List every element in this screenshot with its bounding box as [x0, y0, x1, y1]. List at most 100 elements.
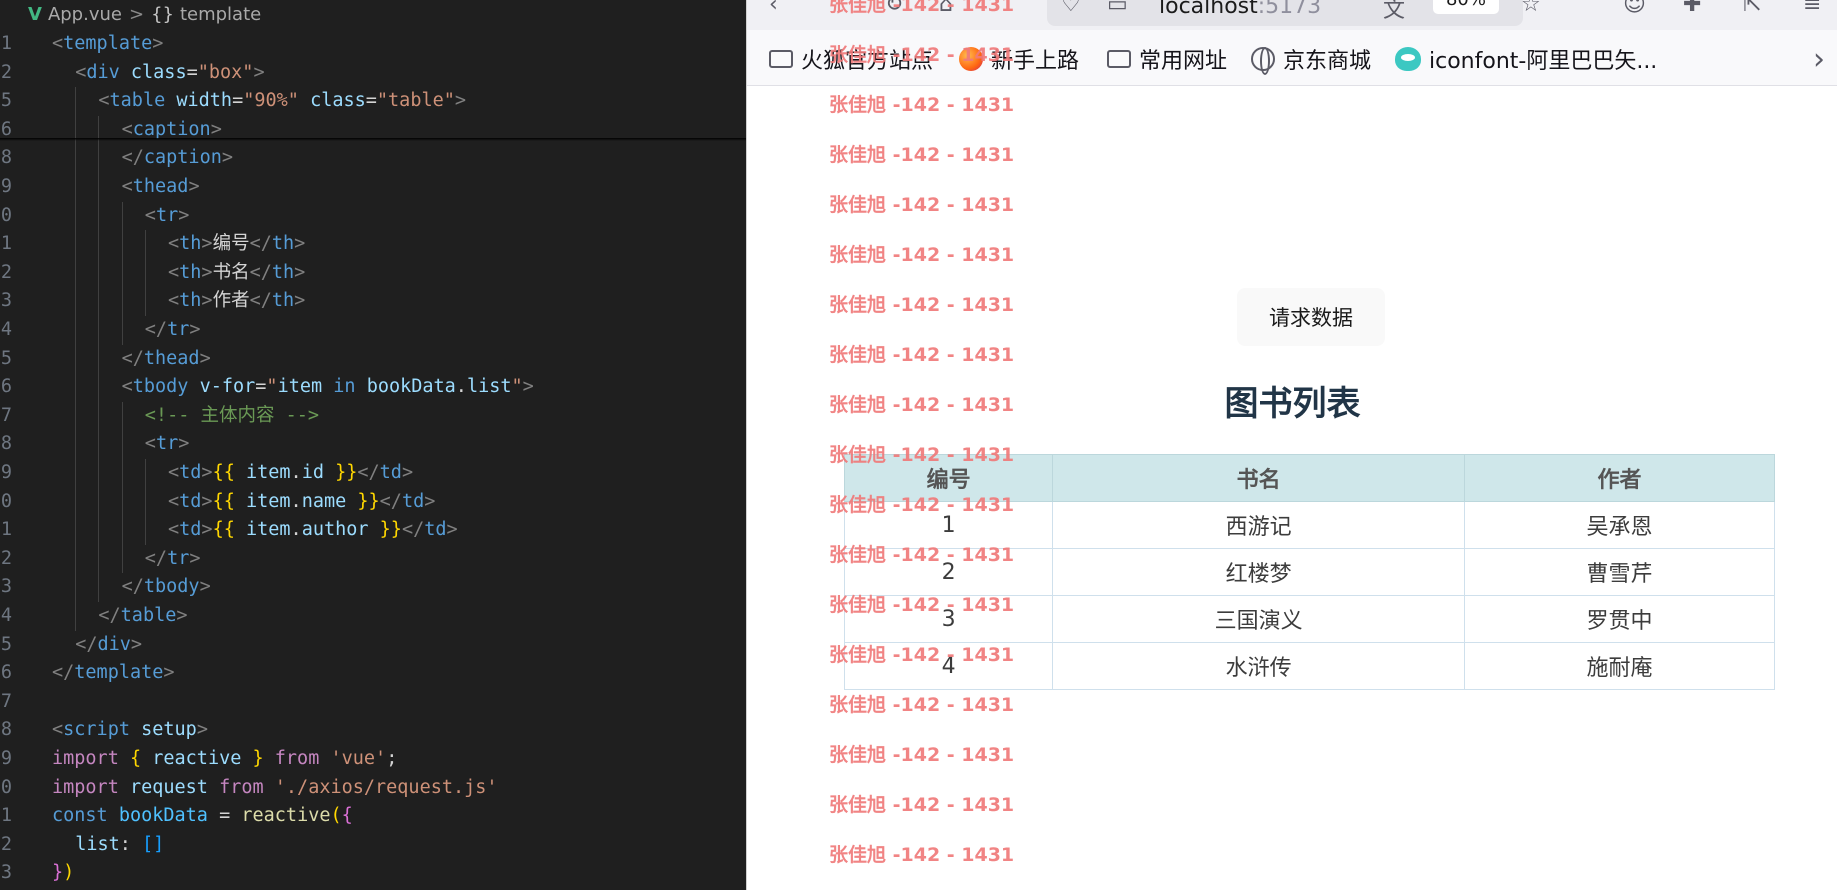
indent-guide — [75, 87, 77, 116]
watermark-text: 张佳旭 -142 - 1431 — [829, 444, 1015, 466]
extensions-icon[interactable]: ✚ — [1683, 0, 1701, 17]
code-line[interactable]: 2 </tr> — [0, 544, 746, 574]
code-line[interactable]: 9 <thead> — [0, 173, 746, 202]
code-line[interactable]: 1 <th>编号</th> — [0, 230, 746, 259]
code-line[interactable]: 1 <td>{{ item.author }}</td> — [0, 516, 746, 545]
code-line[interactable]: 4 </tr> — [0, 316, 746, 345]
indent-guide — [98, 573, 100, 602]
bookmarks-overflow-chevron-icon[interactable]: › — [1813, 42, 1825, 77]
code-line[interactable]: 8 </caption> — [0, 144, 746, 173]
watermark-text: 张佳旭 -142 - 1431 — [829, 44, 1015, 66]
code-line[interactable]: 4 </table> — [0, 602, 746, 631]
indent-guide — [121, 487, 123, 517]
code-line[interactable]: 0 import request from './axios/request.js… — [0, 774, 746, 803]
breadcrumb-symbol[interactable]: template — [180, 4, 261, 25]
line-number: 3 — [0, 862, 12, 884]
table-cell-author: 罗贯中 — [1463, 595, 1776, 643]
code-text: </table> — [98, 605, 188, 626]
code-text: <td>{{ item.id }}</td> — [168, 462, 414, 483]
indent-guide — [98, 487, 100, 517]
line-number: 1 — [0, 33, 12, 54]
code-line[interactable]: 8 <script setup> — [0, 716, 746, 745]
watermark-text: 张佳旭 -142 - 1431 — [829, 644, 1015, 666]
code-line[interactable]: 5 </thead> — [0, 344, 746, 374]
code-editor[interactable]: V App.vue > {} template 1 <template> 2 <div… — [0, 0, 746, 890]
indent-guide — [98, 230, 100, 259]
code-line[interactable]: 3 <th>作者</th> — [0, 287, 746, 316]
table-cell-name: 红楼梦 — [1052, 548, 1465, 596]
table-cell-name: 水浒传 — [1052, 642, 1465, 690]
code-line[interactable]: 7 — [0, 688, 746, 717]
indent-guide — [144, 459, 146, 488]
account-icon[interactable]: ☺ — [1623, 0, 1646, 17]
shield-icon[interactable]: ♡ — [1061, 0, 1081, 17]
indent-guide — [144, 230, 146, 259]
code-line[interactable]: 5 </div> — [0, 631, 746, 660]
indent-guide — [75, 316, 77, 345]
menu-icon[interactable]: ≡ — [1803, 0, 1821, 17]
code-text: <tbody v-for="item in bookData.list"> — [121, 376, 534, 398]
indent-guide — [144, 516, 146, 545]
indent-guide — [121, 201, 123, 231]
code-line[interactable]: 5 <table width="90%" class="table"> — [0, 87, 746, 116]
url-text[interactable]: localhost:5173 — [1159, 0, 1321, 19]
code-line[interactable]: 2 <th>书名</th> — [0, 258, 746, 288]
indent-guide — [75, 144, 77, 173]
back-icon[interactable]: ‹ — [769, 0, 778, 17]
line-number: 7 — [0, 690, 12, 712]
breadcrumb-separator: > — [128, 3, 145, 25]
code-text: <thead> — [121, 176, 200, 197]
bookmark-common-sites[interactable]: 常用网址 — [1107, 44, 1227, 74]
code-line[interactable]: 6 <tbody v-for="item in bookData.list"> — [0, 373, 746, 402]
breadcrumb-file[interactable]: App.vue — [48, 4, 122, 25]
table-cell-author: 曹雪芹 — [1463, 548, 1776, 596]
watermark-text: 张佳旭 -142 - 1431 — [829, 544, 1015, 566]
column-header-author: 作者 — [1463, 454, 1776, 502]
code-line[interactable]: 1 const bookData = reactive({ — [0, 802, 746, 831]
code-line[interactable]: 8 <tr> — [0, 430, 746, 459]
code-line[interactable]: 0 <tr> — [0, 201, 746, 231]
indent-guide — [144, 487, 146, 517]
code-line[interactable]: 7 <!-- 主体内容 --> — [0, 401, 746, 431]
request-data-button[interactable]: 请求数据 — [1237, 288, 1385, 346]
indent-guide — [98, 430, 100, 459]
translate-icon[interactable]: 文 — [1383, 0, 1405, 24]
code-line[interactable]: 9 import { reactive } from 'vue'; — [0, 745, 746, 774]
code-line[interactable]: 3 </tbody> — [0, 573, 746, 602]
code-line[interactable]: 1 <template> — [0, 30, 746, 59]
indent-guide — [98, 459, 100, 488]
code-text: <tr> — [144, 204, 190, 226]
zoom-level-badge[interactable]: 80% — [1433, 0, 1499, 14]
code-text: <td>{{ item.author }}</td> — [168, 519, 458, 541]
share-icon[interactable]: ⇱ — [1743, 0, 1761, 17]
code-text: <tr> — [144, 433, 190, 455]
watermark-text: 张佳旭 -142 - 1431 — [829, 244, 1015, 266]
code-text: import { reactive } from 'vue'; — [52, 748, 398, 769]
code-text: <th>作者</th> — [168, 290, 306, 312]
code-text: </caption> — [121, 147, 233, 169]
table-cell-name: 西游记 — [1052, 501, 1465, 549]
indent-guide — [75, 373, 77, 402]
watermark-text: 张佳旭 -142 - 1431 — [829, 694, 1015, 716]
folder-icon — [769, 50, 793, 68]
folder-icon — [1107, 50, 1131, 68]
code-text: <!-- 主体内容 --> — [144, 404, 320, 426]
code-line[interactable]: 9 <td>{{ item.id }}</td> — [0, 459, 746, 488]
code-line[interactable]: 6 </template> — [0, 659, 746, 688]
bookmark-iconfont[interactable]: iconfont-阿里巴巴矢... — [1395, 44, 1657, 74]
indent-guide — [75, 544, 77, 574]
watermark-text: 张佳旭 -142 - 1431 — [829, 744, 1015, 766]
indent-guide — [75, 230, 77, 259]
code-line[interactable]: 2 list: [] — [0, 831, 746, 860]
code-line[interactable]: 0 <td>{{ item.name }}</td> — [0, 487, 746, 517]
code-line[interactable]: 3}) — [0, 859, 746, 888]
line-number: 1 — [0, 519, 12, 541]
bookmark-jd-mall[interactable]: 京东商城 — [1251, 44, 1371, 75]
watermark-text: 张佳旭 -142 - 1431 — [829, 144, 1015, 166]
page-info-icon[interactable]: ▭ — [1107, 0, 1128, 17]
code-line[interactable]: 2 <div class="box"> — [0, 59, 746, 88]
table-cell-author: 吴承恩 — [1463, 501, 1776, 549]
indent-guide — [98, 173, 100, 202]
code-text: <th>书名</th> — [168, 261, 306, 283]
bookmark-star-icon[interactable]: ☆ — [1521, 0, 1541, 17]
